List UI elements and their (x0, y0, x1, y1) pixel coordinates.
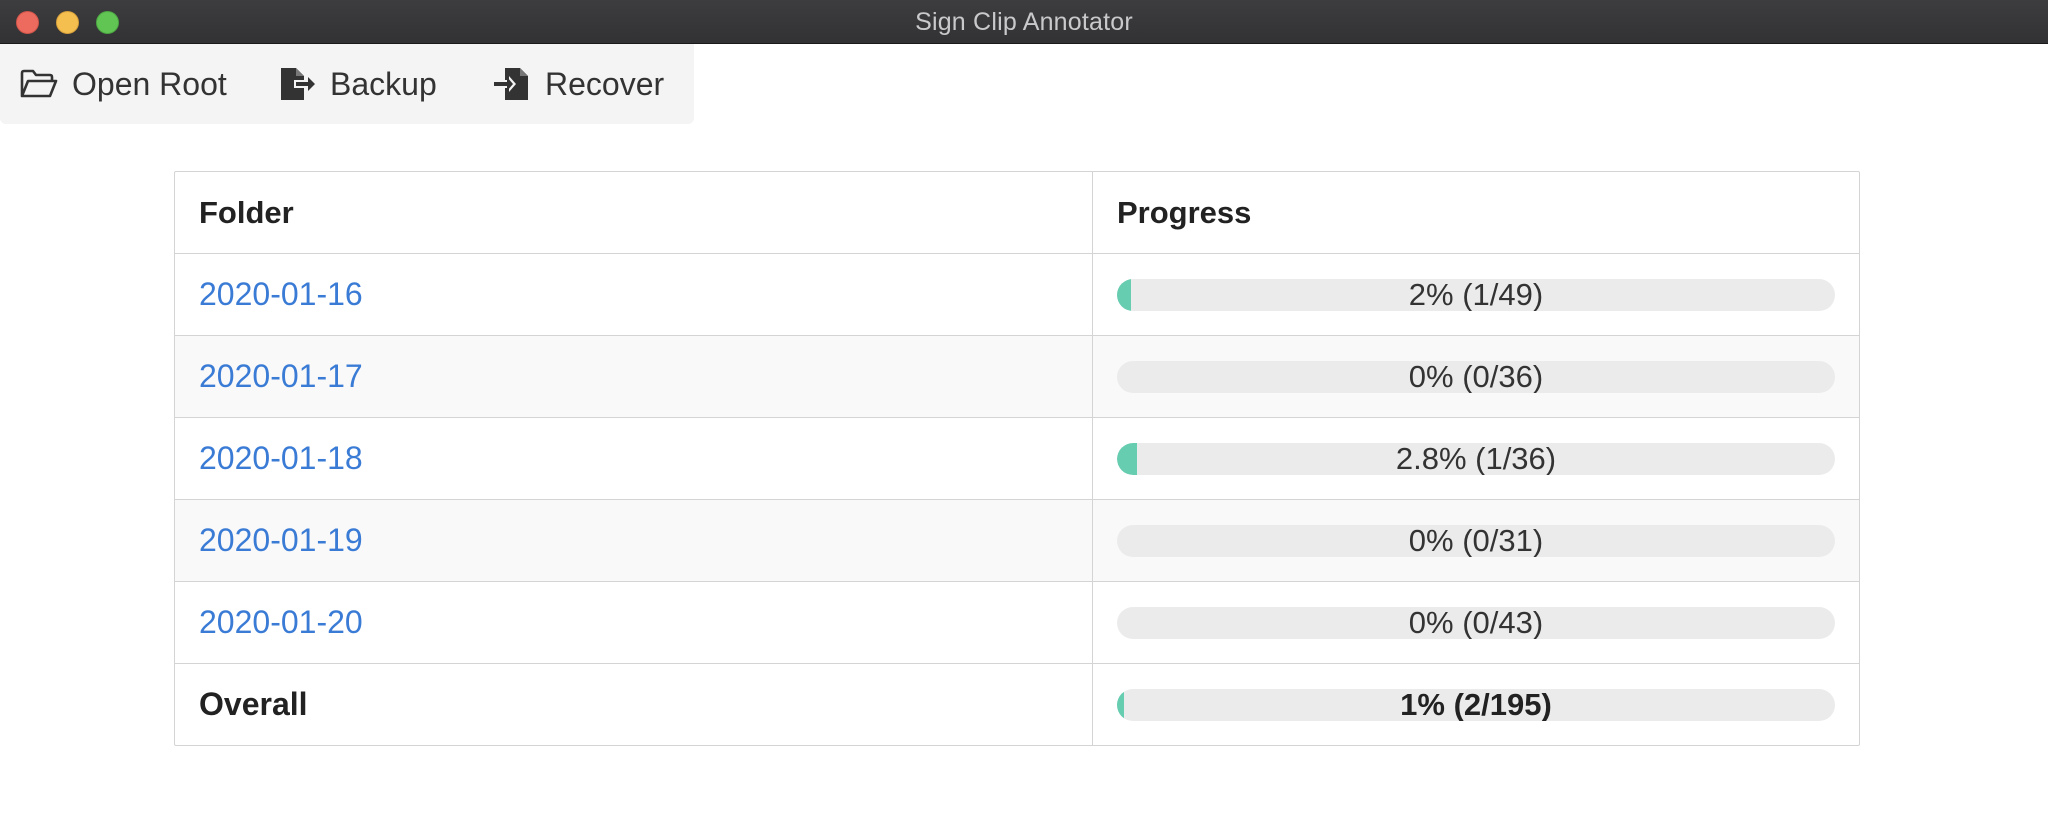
progress-bar: 0% (0/43) (1117, 606, 1835, 639)
folder-cell: 2020-01-17 (175, 336, 1093, 417)
progress-column-header: Progress (1117, 194, 1252, 230)
window-title: Sign Clip Annotator (915, 8, 1133, 36)
folder-column-header: Folder (175, 172, 1093, 253)
progress-text: 0% (0/36) (1408, 360, 1544, 393)
folder-progress-table: Folder Progress 2020-01-16 2% (1/49) 202… (174, 171, 1860, 746)
overall-progress-cell: 1% (2/195) (1093, 664, 1859, 745)
folder-cell: 2020-01-16 (175, 254, 1093, 335)
title-bar[interactable]: Sign Clip Annotator (0, 0, 2048, 44)
folder-open-icon (20, 69, 58, 99)
folder-cell: 2020-01-18 (175, 418, 1093, 499)
overall-progress-text: 1% (2/195) (1400, 688, 1552, 721)
progress-bar: 0% (0/31) (1117, 524, 1835, 557)
folder-cell: 2020-01-19 (175, 500, 1093, 581)
folder-link[interactable]: 2020-01-18 (199, 440, 363, 477)
progress-bar: 2.8% (1/36) (1117, 442, 1835, 475)
table-header-row: Folder Progress (175, 172, 1859, 253)
table-row: 2020-01-16 2% (1/49) (175, 253, 1859, 335)
progress-text: 2.8% (1/36) (1395, 442, 1557, 475)
progress-bar: 0% (0/36) (1117, 360, 1835, 393)
folder-link[interactable]: 2020-01-20 (199, 604, 363, 641)
backup-label: Backup (330, 65, 437, 102)
progress-cell: 2% (1/49) (1093, 254, 1859, 335)
table-row: 2020-01-18 2.8% (1/36) (175, 417, 1859, 499)
recover-button[interactable]: Recover (493, 44, 664, 124)
progress-text: 2% (1/49) (1408, 278, 1544, 311)
file-export-icon (278, 66, 316, 102)
backup-button[interactable]: Backup (278, 44, 437, 124)
progress-bar: 2% (1/49) (1117, 278, 1835, 311)
app-window: Sign Clip Annotator Open Root Backup Rec… (0, 0, 2048, 835)
folder-link[interactable]: 2020-01-16 (199, 276, 363, 313)
table-row: 2020-01-20 0% (0/43) (175, 581, 1859, 663)
overall-label: Overall (199, 686, 308, 722)
folder-cell: 2020-01-20 (175, 582, 1093, 663)
overall-label-cell: Overall (175, 664, 1093, 745)
folder-link[interactable]: 2020-01-17 (199, 358, 363, 395)
progress-cell: 0% (0/36) (1093, 336, 1859, 417)
folder-link[interactable]: 2020-01-19 (199, 522, 363, 559)
progress-text: 0% (0/31) (1408, 524, 1544, 557)
toolbar: Open Root Backup Recover (0, 44, 694, 124)
open-root-label: Open Root (72, 65, 227, 102)
overall-row: Overall 1% (2/195) (175, 663, 1859, 745)
file-import-icon (493, 66, 531, 102)
progress-cell: 0% (0/43) (1093, 582, 1859, 663)
progress-cell: 0% (0/31) (1093, 500, 1859, 581)
progress-cell: 2.8% (1/36) (1093, 418, 1859, 499)
table-row: 2020-01-19 0% (0/31) (175, 499, 1859, 581)
open-root-button[interactable]: Open Root (20, 44, 227, 124)
table-row: 2020-01-17 0% (0/36) (175, 335, 1859, 417)
progress-text: 0% (0/43) (1408, 606, 1544, 639)
overall-progress-bar: 1% (2/195) (1117, 688, 1835, 721)
recover-label: Recover (545, 65, 665, 102)
